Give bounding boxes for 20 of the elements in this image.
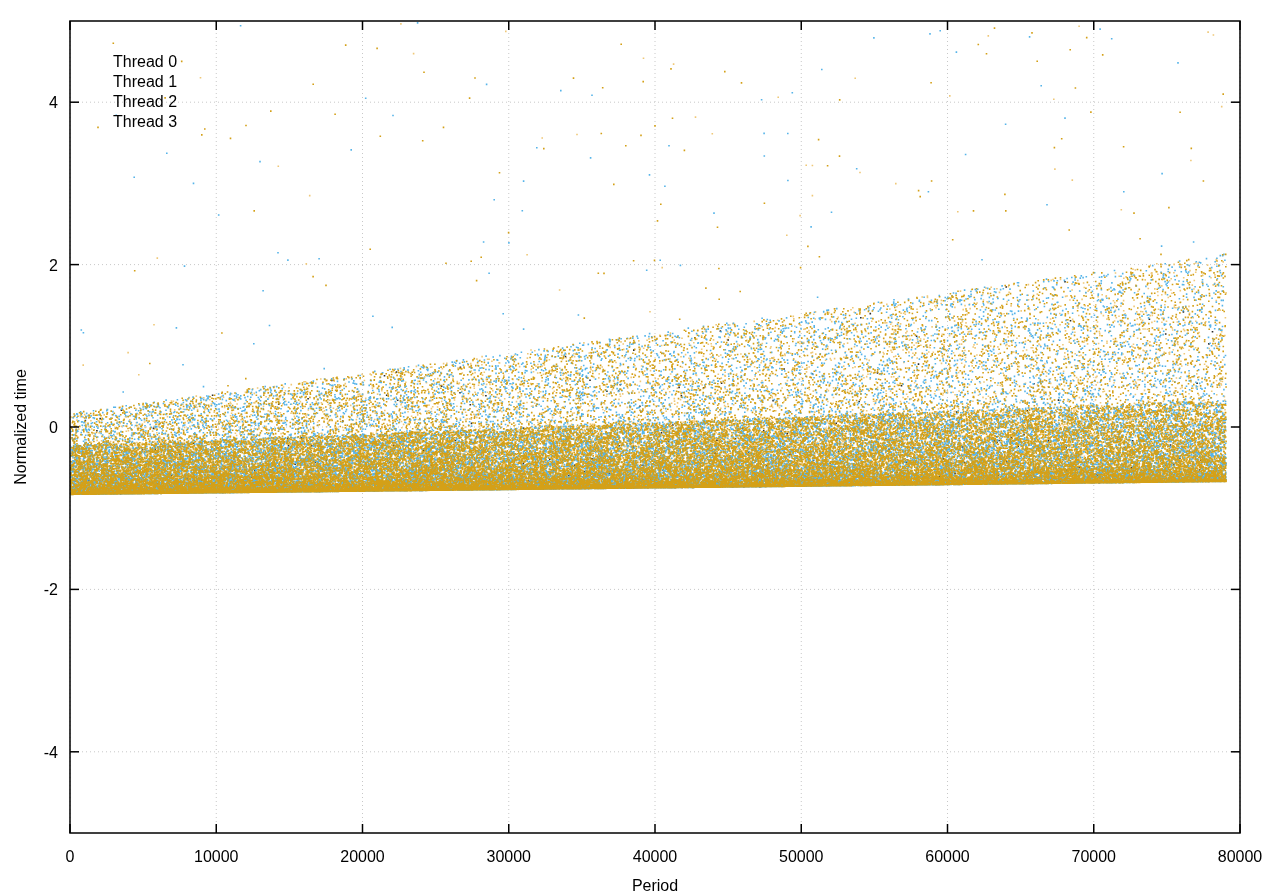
tick-label: 2 <box>49 256 58 274</box>
tick-label: 80000 <box>1217 848 1263 865</box>
tick-label: 30000 <box>486 848 531 865</box>
tick-label: 60000 <box>925 848 970 865</box>
legend-label: Thread 1 <box>113 73 178 90</box>
tick-label: 40000 <box>632 848 678 865</box>
tick-label: 0 <box>49 419 58 436</box>
tick-label: 50000 <box>779 848 824 865</box>
tick-label: 10000 <box>194 848 239 865</box>
tick-label: 4 <box>49 94 58 112</box>
tick-label: -2 <box>43 581 58 599</box>
legend-label: Thread 2 <box>113 93 178 110</box>
legend-label: Thread 0 <box>113 53 178 70</box>
axis-title: Period <box>631 877 679 894</box>
axis-title: Normalized time <box>12 369 29 485</box>
legend-label: Thread 3 <box>113 113 178 130</box>
tick-label: 0 <box>65 848 75 865</box>
tick-label: -4 <box>43 743 58 761</box>
tick-label: 20000 <box>340 848 385 865</box>
tick-label: 70000 <box>1071 848 1116 865</box>
